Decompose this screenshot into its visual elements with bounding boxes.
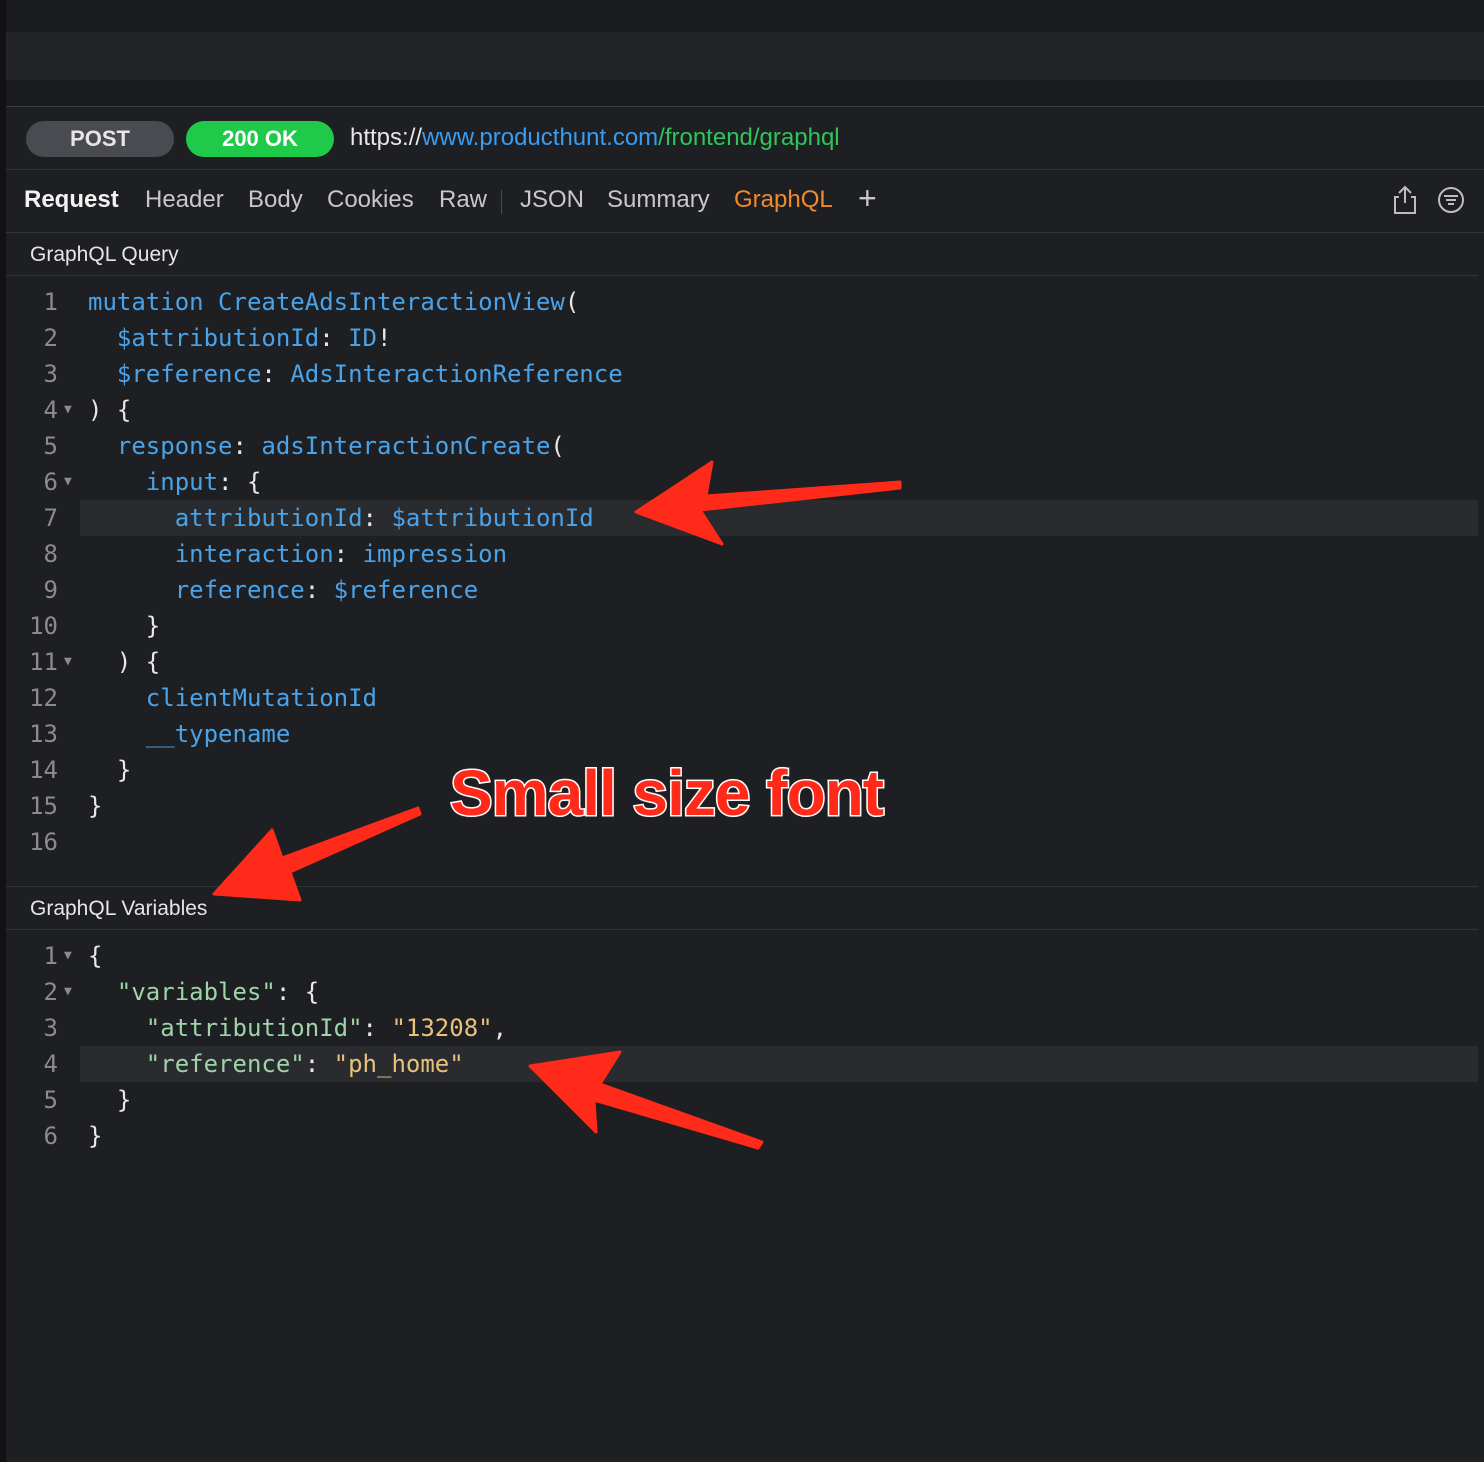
arrow-icon	[634, 460, 902, 546]
annotation-arrows	[212, 460, 902, 1150]
arrow-icon	[528, 1050, 764, 1150]
arrow-icon	[212, 806, 422, 902]
